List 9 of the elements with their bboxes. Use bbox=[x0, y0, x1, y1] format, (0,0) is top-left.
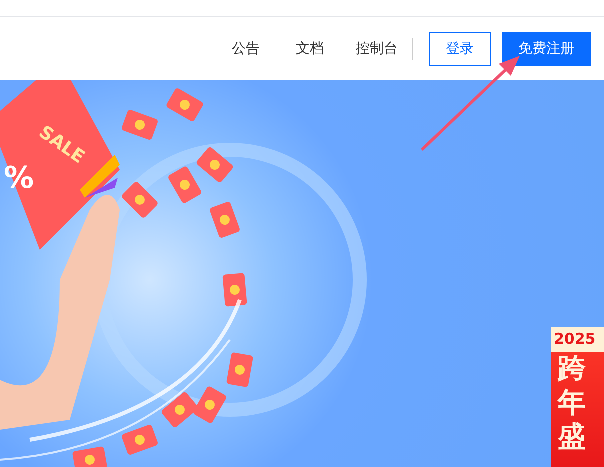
nav-link[interactable]: 文档 bbox=[296, 40, 324, 58]
nav-link[interactable]: 控制台 bbox=[356, 40, 398, 58]
promo-character: 年 bbox=[556, 386, 586, 420]
promo-year: 2025 bbox=[551, 327, 604, 352]
register-button[interactable]: 免费注册 bbox=[502, 32, 591, 66]
login-button[interactable]: 登录 bbox=[429, 32, 491, 66]
promo-character: 跨 bbox=[557, 352, 586, 386]
promo-character: 盛 bbox=[556, 420, 586, 454]
nav-link[interactable]: 公告 bbox=[232, 40, 260, 58]
